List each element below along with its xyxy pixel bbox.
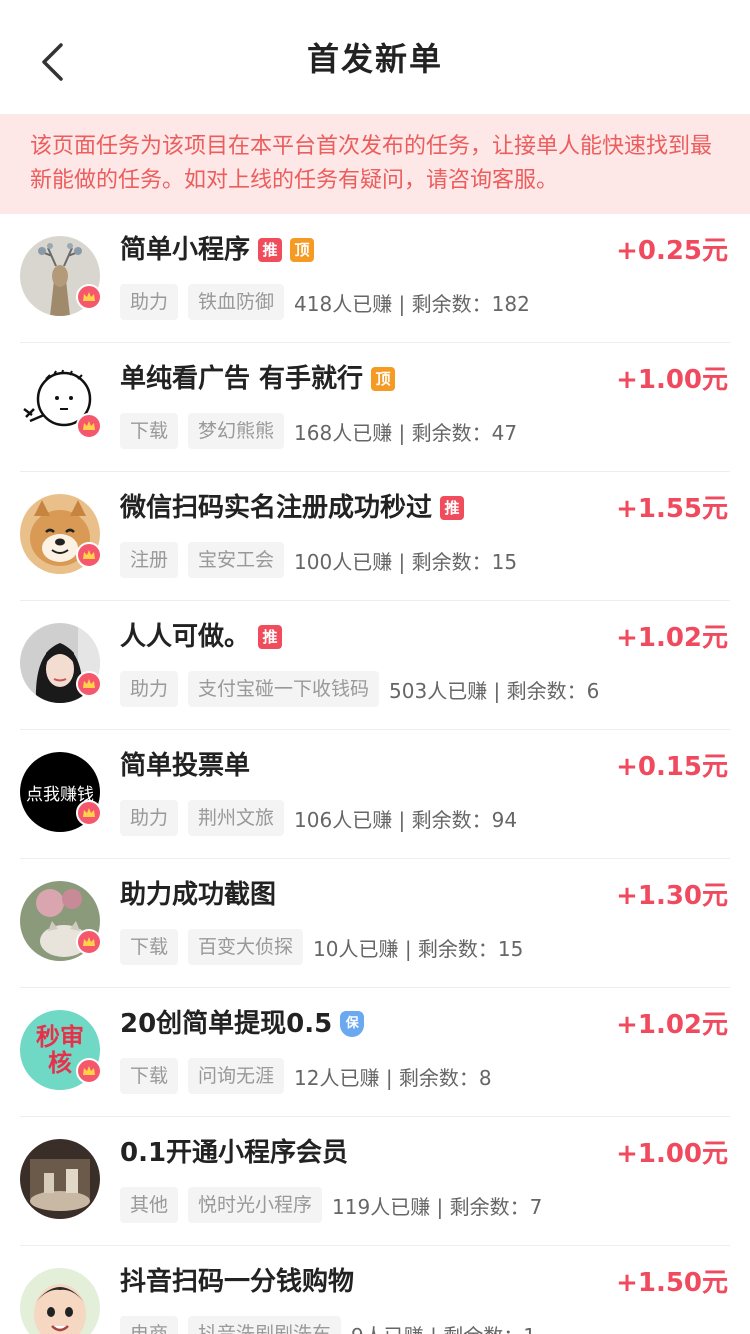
task-title-text: 微信扫码实名注册成功秒过 <box>120 493 433 523</box>
task-type-tag: 助力 <box>120 284 179 320</box>
task-project-tag: 铁血防御 <box>188 284 285 320</box>
top-badge: 顶 <box>290 238 315 262</box>
task-stats: 168人已赚 | 剩余数：47 <box>294 420 518 445</box>
task-title-text: 0.1开通小程序会员 <box>120 1138 349 1168</box>
task-item[interactable]: 微信扫码实名注册成功秒过 推 注册 宝安工会 100人已赚 | 剩余数：15 +… <box>20 472 730 601</box>
task-price: +1.30元 <box>616 881 728 911</box>
task-title-text: 20创简单提现0.5 <box>120 1009 333 1039</box>
task-title-text: 简单小程序 <box>120 235 251 265</box>
task-title: 人人可做。 推 <box>120 619 283 655</box>
room-avatar <box>20 1139 100 1219</box>
task-meta: 下载 梦幻熊熊 168人已赚 | 剩余数：47 <box>120 413 517 449</box>
top-badge: 顶 <box>371 367 396 391</box>
task-meta: 助力 荆州文旅 106人已赚 | 剩余数：94 <box>120 800 517 836</box>
task-meta: 其他 悦时光小程序 119人已赚 | 剩余数：7 <box>120 1187 542 1223</box>
task-item[interactable]: 人人可做。 推 助力 支付宝碰一下收钱码 503人已赚 | 剩余数：6 +1.0… <box>20 601 730 730</box>
task-stats: 418人已赚 | 剩余数：182 <box>294 291 530 316</box>
task-stats: 100人已赚 | 剩余数：15 <box>294 549 518 574</box>
task-item[interactable]: 助力成功截图 下载 百变大侦探 10人已赚 | 剩余数：15 +1.30元 <box>20 859 730 988</box>
recommend-badge: 推 <box>258 625 283 649</box>
task-item[interactable]: 简单小程序 推 顶 助力 铁血防御 418人已赚 | 剩余数：182 +0.25… <box>20 214 730 343</box>
task-meta: 下载 百变大侦探 10人已赚 | 剩余数：15 <box>120 929 523 965</box>
task-title: 单纯看广告 有手就行 顶 <box>120 361 396 397</box>
vip-crown-icon <box>76 1058 102 1084</box>
task-stats: 106人已赚 | 剩余数：94 <box>294 807 518 832</box>
task-price: +1.00元 <box>616 1139 728 1169</box>
task-type-tag: 注册 <box>120 542 179 578</box>
task-project-tag: 梦幻熊熊 <box>188 413 285 449</box>
guarantee-shield-icon: 保 <box>340 1011 365 1037</box>
task-type-tag: 下载 <box>120 1058 179 1094</box>
task-price: +1.55元 <box>616 494 728 524</box>
task-title: 简单小程序 推 顶 <box>120 232 315 268</box>
task-title-text: 抖音扫码一分钱购物 <box>120 1267 355 1297</box>
task-project-tag: 支付宝碰一下收钱码 <box>188 671 380 707</box>
task-price: +1.00元 <box>616 365 728 395</box>
task-meta: 助力 铁血防御 418人已赚 | 剩余数：182 <box>120 284 530 320</box>
task-title: 0.1开通小程序会员 <box>120 1135 348 1171</box>
recommend-badge: 推 <box>258 238 283 262</box>
task-price: +1.02元 <box>616 1010 728 1040</box>
task-price: +1.02元 <box>616 623 728 653</box>
task-project-tag: 问询无涯 <box>188 1058 285 1094</box>
task-type-tag: 其他 <box>120 1187 179 1223</box>
vip-crown-icon <box>76 929 102 955</box>
task-item[interactable]: 抖音扫码一分钱购物 电商 抖音洗剧剧洗车 9人已赚 | 剩余数：1 +1.50元 <box>20 1246 730 1334</box>
task-stats: 12人已赚 | 剩余数：8 <box>294 1065 492 1090</box>
task-title-text: 人人可做。 <box>120 622 251 652</box>
task-title: 20创简单提现0.5 保 <box>120 1006 365 1042</box>
task-price: +0.25元 <box>616 236 728 266</box>
task-title: 微信扫码实名注册成功秒过 推 <box>120 490 465 526</box>
task-type-tag: 助力 <box>120 671 179 707</box>
task-type-tag: 助力 <box>120 800 179 836</box>
task-title-text: 简单投票单 <box>120 751 251 781</box>
task-project-tag: 百变大侦探 <box>188 929 304 965</box>
task-meta: 电商 抖音洗剧剧洗车 9人已赚 | 剩余数：1 <box>120 1316 536 1334</box>
vip-crown-icon <box>76 284 102 310</box>
task-title: 抖音扫码一分钱购物 <box>120 1264 354 1300</box>
vip-crown-icon <box>76 542 102 568</box>
task-type-tag: 下载 <box>120 929 179 965</box>
notice-banner: 该页面任务为该项目在本平台首次发布的任务，让接单人能快速找到最新能做的任务。如对… <box>0 114 750 214</box>
task-item[interactable]: 单纯看广告 有手就行 顶 下载 梦幻熊熊 168人已赚 | 剩余数：47 +1.… <box>20 343 730 472</box>
back-button[interactable] <box>30 40 74 84</box>
task-price: +0.15元 <box>616 752 728 782</box>
task-stats: 9人已赚 | 剩余数：1 <box>351 1320 536 1334</box>
task-title: 简单投票单 <box>120 748 250 784</box>
chevron-left-icon <box>42 43 63 81</box>
task-project-tag: 悦时光小程序 <box>188 1187 323 1223</box>
task-item[interactable]: 点我赚钱 简单投票单 助力 荆州文旅 106人已赚 | 剩余数：94 +0.15… <box>20 730 730 859</box>
task-type-tag: 下载 <box>120 413 179 449</box>
task-project-tag: 抖音洗剧剧洗车 <box>188 1316 342 1334</box>
task-meta: 注册 宝安工会 100人已赚 | 剩余数：15 <box>120 542 517 578</box>
task-meta: 下载 问询无涯 12人已赚 | 剩余数：8 <box>120 1058 492 1094</box>
task-project-tag: 宝安工会 <box>188 542 285 578</box>
top-bar: 首发新单 <box>0 0 750 114</box>
task-title-text: 助力成功截图 <box>120 880 277 910</box>
task-stats: 10人已赚 | 剩余数：15 <box>313 936 524 961</box>
vip-crown-icon <box>76 671 102 697</box>
task-stats: 119人已赚 | 剩余数：7 <box>332 1194 543 1219</box>
task-meta: 助力 支付宝碰一下收钱码 503人已赚 | 剩余数：6 <box>120 671 599 707</box>
task-title: 助力成功截图 <box>120 877 276 913</box>
vip-crown-icon <box>76 413 102 439</box>
task-list: 简单小程序 推 顶 助力 铁血防御 418人已赚 | 剩余数：182 +0.25… <box>0 214 750 1334</box>
task-title-text: 单纯看广告 有手就行 <box>120 364 364 394</box>
vip-crown-icon <box>76 800 102 826</box>
task-item[interactable]: 0.1开通小程序会员 其他 悦时光小程序 119人已赚 | 剩余数：7 +1.0… <box>20 1117 730 1246</box>
page-title: 首发新单 <box>306 40 443 78</box>
baby-avatar <box>20 1268 100 1334</box>
recommend-badge: 推 <box>440 496 465 520</box>
task-stats: 503人已赚 | 剩余数：6 <box>389 678 600 703</box>
task-project-tag: 荆州文旅 <box>188 800 285 836</box>
task-type-tag: 电商 <box>120 1316 179 1334</box>
task-price: +1.50元 <box>616 1268 728 1298</box>
task-item[interactable]: 秒审核 20创简单提现0.5 保 下载 问询无涯 12人已赚 | 剩余数：8 +… <box>20 988 730 1117</box>
